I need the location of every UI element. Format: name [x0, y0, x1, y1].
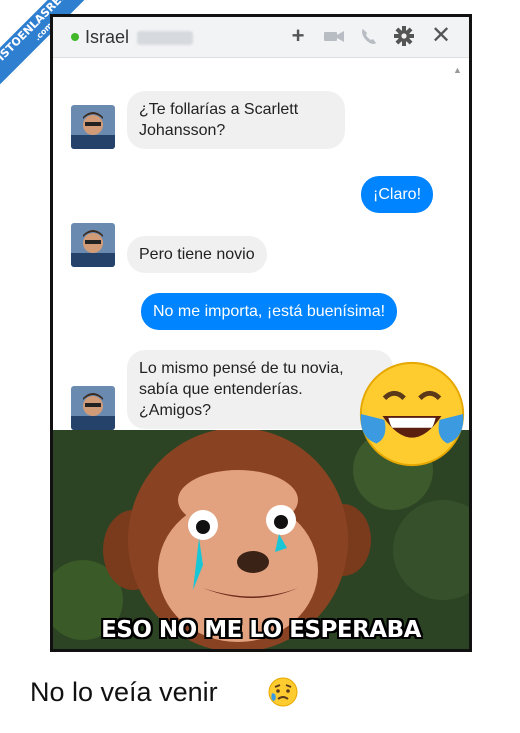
video-camera-icon[interactable]: [321, 23, 347, 49]
message-bubble-received[interactable]: ¿Te follarías a Scarlett Johansson?: [127, 91, 345, 149]
message-bubble-received[interactable]: Pero tiene novio: [127, 236, 267, 273]
disappointed-relieved-face-icon: [268, 677, 298, 707]
contact-name[interactable]: Israel: [85, 27, 129, 48]
contact-avatar[interactable]: [71, 105, 115, 149]
contact-avatar[interactable]: [71, 223, 115, 267]
contact-avatar[interactable]: [71, 386, 115, 430]
online-status-dot: [71, 33, 79, 41]
chat-titlebar: Israel + ✕: [53, 17, 469, 58]
message-bubble-sent[interactable]: ¡Claro!: [361, 176, 434, 213]
message-bubble-sent[interactable]: No me importa, ¡está buenísima!: [141, 293, 398, 330]
close-icon[interactable]: ✕: [429, 23, 453, 49]
phone-icon[interactable]: [357, 23, 381, 49]
plus-icon[interactable]: +: [287, 23, 309, 49]
face-with-tears-of-joy-icon: [359, 361, 465, 467]
gear-icon[interactable]: [391, 23, 417, 49]
meme-caption: ESO NO ME LO ESPERABA: [101, 617, 421, 643]
screenshot-frame: Israel + ✕ ▲ ¿Te follarías a Scarlett Jo…: [50, 14, 472, 652]
blurred-surname: [137, 31, 193, 45]
post-caption: No lo veía venir: [30, 677, 218, 707]
